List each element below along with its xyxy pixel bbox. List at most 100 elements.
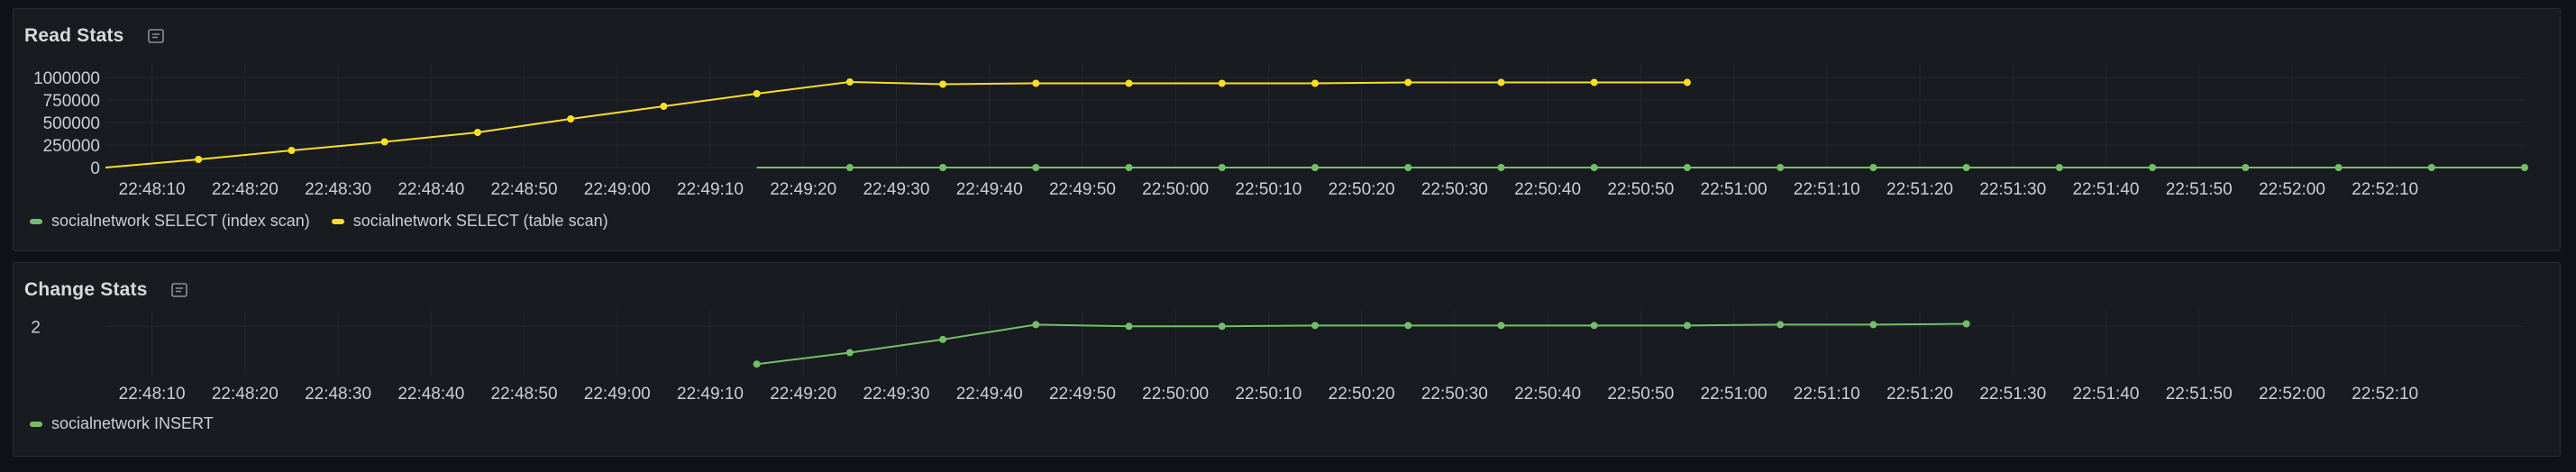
x-tick-label: 22:50:50 (1607, 385, 1674, 404)
data-point[interactable] (1683, 322, 1691, 330)
data-point[interactable] (1125, 164, 1133, 171)
data-point[interactable] (845, 164, 854, 171)
x-tick-label: 22:51:40 (2072, 385, 2139, 404)
data-point[interactable] (567, 115, 575, 123)
x-tick-label: 22:48:30 (305, 180, 371, 199)
data-point[interactable] (1125, 322, 1133, 331)
legend-swatch-yellow (331, 218, 344, 224)
data-point[interactable] (1404, 78, 1412, 86)
read-stats-panel: Read Stats 0 250000 500000 750000 1000000 22:… (13, 8, 2561, 251)
x-tick-label: 22:52:00 (2259, 385, 2325, 404)
x-tick-label: 22:50:10 (1235, 180, 1302, 199)
data-point[interactable] (1218, 79, 1226, 87)
x-tick-label: 22:50:00 (1142, 180, 1209, 199)
data-point[interactable] (2055, 164, 2063, 171)
x-tick-label: 22:52:10 (2352, 385, 2418, 404)
data-point[interactable] (1590, 78, 1598, 86)
data-point[interactable] (1125, 79, 1133, 87)
data-point[interactable] (2427, 164, 2435, 171)
data-point[interactable] (195, 156, 203, 163)
legend: socialnetwork INSERT (30, 414, 214, 433)
x-tick-label: 22:49:10 (677, 385, 744, 404)
data-point[interactable] (1311, 164, 1319, 171)
x-tick-label: 22:50:40 (1514, 385, 1581, 404)
x-tick-label: 22:51:30 (1979, 180, 2046, 199)
legend-item[interactable]: socialnetwork INSERT (30, 414, 214, 433)
data-point[interactable] (1497, 164, 1505, 171)
data-point[interactable] (753, 90, 761, 97)
x-tick-label: 22:49:00 (584, 385, 651, 404)
data-point[interactable] (1404, 164, 1412, 171)
x-tick-label: 22:48:10 (119, 385, 186, 404)
data-point[interactable] (288, 147, 296, 154)
x-tick-label: 22:51:20 (1886, 385, 1953, 404)
change-stats-panel: Change Stats 2 22:48:10 22:48:20 22:48:30 22… (13, 262, 2561, 457)
legend-label: socialnetwork SELECT (table scan) (352, 212, 608, 230)
data-point[interactable] (1404, 322, 1412, 330)
data-point[interactable] (1683, 164, 1691, 171)
data-point[interactable] (1032, 79, 1040, 87)
legend-item[interactable]: socialnetwork SELECT (table scan) (331, 212, 608, 231)
x-tick-label: 22:52:10 (2352, 180, 2418, 199)
x-tick-label: 22:48:50 (491, 180, 558, 199)
data-point[interactable] (660, 103, 668, 110)
data-point[interactable] (1218, 164, 1226, 171)
data-point[interactable] (939, 164, 947, 171)
data-point[interactable] (1218, 322, 1226, 331)
data-point[interactable] (1590, 322, 1598, 330)
x-tick-label: 22:51:20 (1886, 180, 1953, 199)
legend-label: socialnetwork SELECT (index scan) (51, 212, 310, 230)
data-point[interactable] (2334, 164, 2343, 171)
x-tick-label: 22:50:20 (1329, 385, 1395, 404)
data-point[interactable] (2242, 164, 2250, 171)
data-point[interactable] (1590, 164, 1598, 171)
data-point[interactable] (845, 349, 854, 357)
x-tick-label: 22:48:20 (212, 385, 279, 404)
data-point[interactable] (1962, 164, 1970, 171)
x-tick-label: 22:49:50 (1049, 385, 1116, 404)
legend-swatch-green (30, 218, 42, 224)
data-point[interactable] (2149, 164, 2157, 171)
x-tick-label: 22:49:20 (770, 385, 836, 404)
x-tick-label: 22:51:10 (1794, 385, 1860, 404)
x-tick-label: 22:48:30 (305, 385, 371, 404)
x-tick-label: 22:50:40 (1514, 180, 1581, 199)
data-point[interactable] (939, 335, 947, 343)
data-point[interactable] (1869, 164, 1877, 171)
data-point[interactable] (1683, 78, 1691, 86)
data-point[interactable] (753, 360, 761, 368)
data-point[interactable] (1869, 321, 1877, 329)
x-tick-label: 22:49:30 (863, 385, 929, 404)
y-tick-label: 0 (90, 159, 100, 178)
data-point[interactable] (939, 80, 947, 88)
data-point[interactable] (1032, 321, 1040, 329)
data-point[interactable] (1032, 164, 1040, 171)
data-point[interactable] (1497, 322, 1505, 330)
x-tick-label: 22:49:40 (956, 180, 1023, 199)
x-tick-label: 22:50:20 (1329, 180, 1395, 199)
change-stats-chart: 2 22:48:10 22:48:20 22:48:30 22:48:40 22:48:5… (31, 310, 2525, 404)
y-tick-label: 500000 (43, 114, 100, 133)
x-tick-label: 22:50:50 (1607, 180, 1674, 199)
x-tick-label: 22:51:00 (1701, 385, 1768, 404)
x-tick-label: 22:48:50 (491, 385, 558, 404)
data-point[interactable] (380, 138, 388, 146)
data-point[interactable] (2521, 164, 2528, 171)
x-tick-label: 22:49:40 (956, 385, 1023, 404)
legend-item[interactable]: socialnetwork SELECT (index scan) (30, 212, 310, 231)
data-point[interactable] (845, 78, 854, 86)
data-point[interactable] (473, 129, 481, 136)
x-tick-label: 22:48:20 (212, 180, 279, 199)
data-point[interactable] (1311, 79, 1319, 87)
legend: socialnetwork SELECT (index scan) social… (30, 212, 608, 231)
data-point[interactable] (1311, 322, 1319, 330)
x-tick-label: 22:51:40 (2072, 180, 2139, 199)
data-point[interactable] (1777, 164, 1785, 171)
data-point[interactable] (1777, 321, 1785, 329)
x-tick-label: 22:50:00 (1142, 385, 1209, 404)
x-tick-label: 22:50:30 (1421, 180, 1488, 199)
data-point[interactable] (1962, 320, 1970, 328)
data-point[interactable] (1497, 78, 1505, 86)
x-tick-label: 22:52:00 (2259, 180, 2325, 199)
legend-label: socialnetwork INSERT (51, 414, 214, 432)
